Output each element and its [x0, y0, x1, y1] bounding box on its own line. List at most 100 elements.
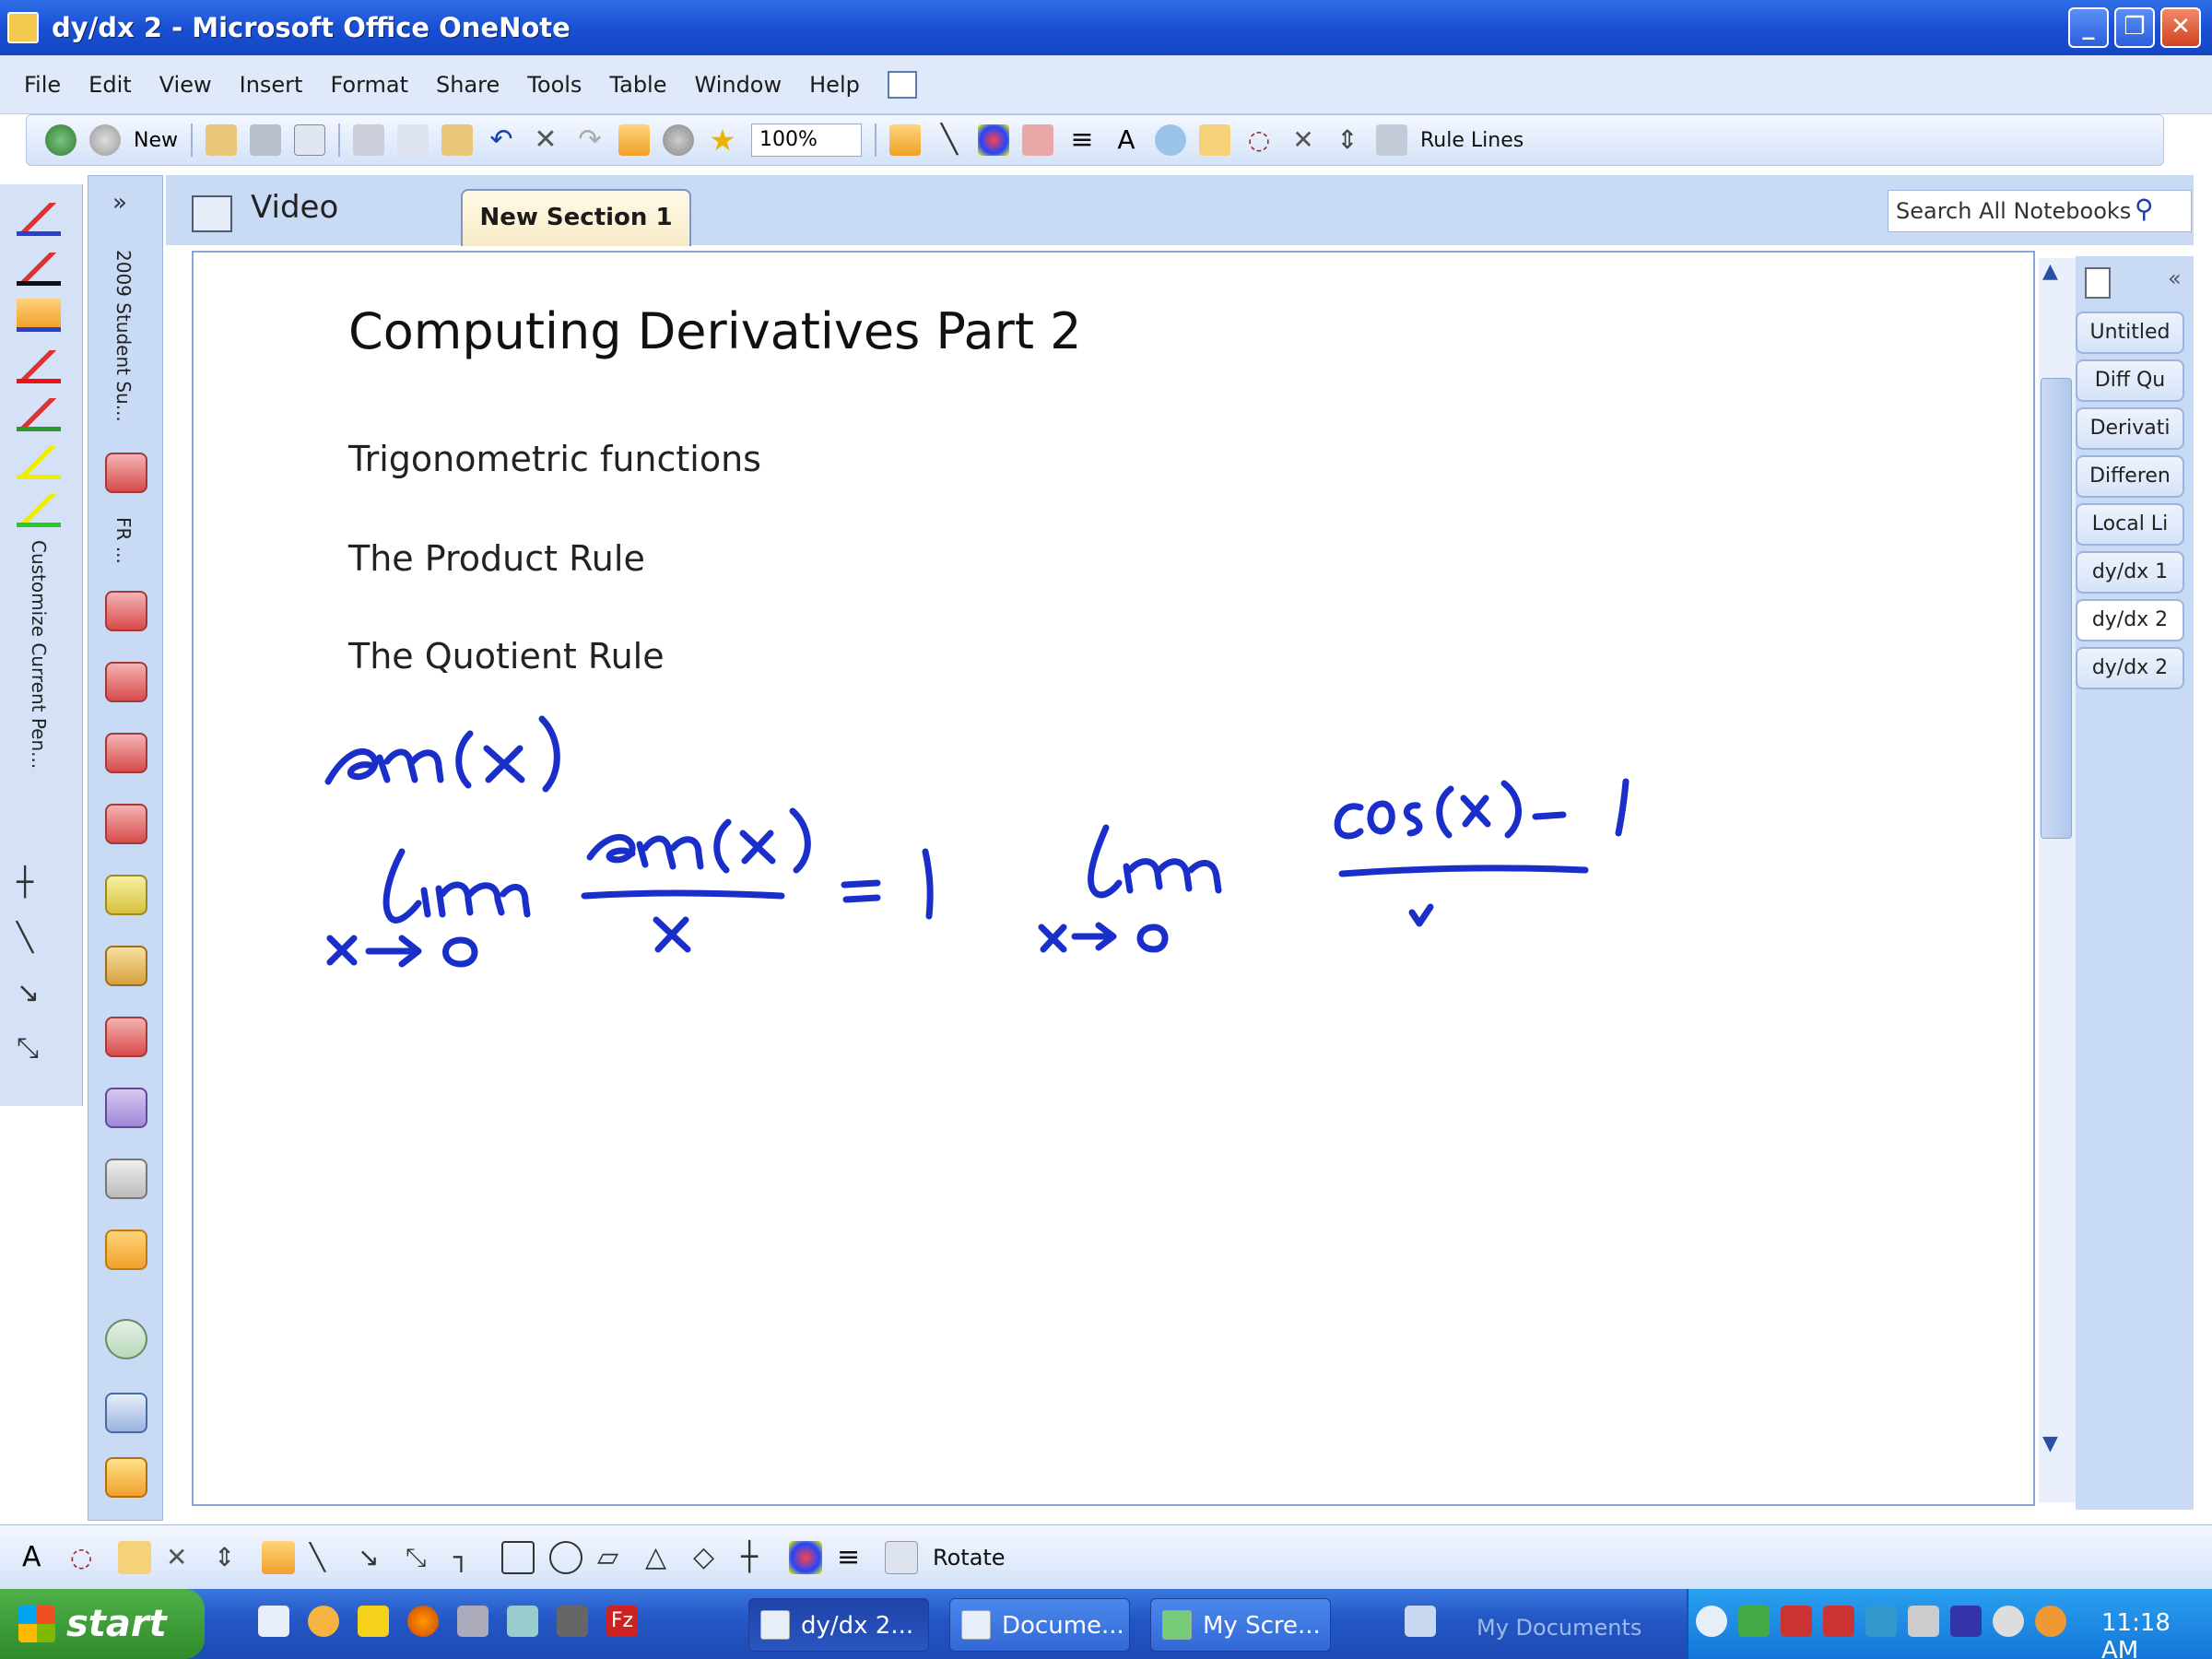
ink-stroke	[922, 848, 934, 920]
tray-icon[interactable]	[1950, 1606, 1982, 1637]
page-tab-dydx-2-active[interactable]: dy/dx 2	[2076, 599, 2184, 641]
new-page-icon[interactable]	[2085, 267, 2111, 299]
ink-stroke	[1367, 800, 1395, 835]
line-icon[interactable]: ╲	[310, 1541, 343, 1574]
tools-icon[interactable]	[557, 1606, 588, 1637]
scroll-down-icon[interactable]: ▼	[2042, 1432, 2058, 1455]
tray-icon[interactable]	[1823, 1606, 1854, 1637]
page-tab-diff-qu[interactable]: Diff Qu	[2076, 359, 2184, 402]
ink-stroke	[1334, 803, 1364, 840]
ink-stroke	[1460, 794, 1491, 828]
page-tab-derivati[interactable]: Derivati	[2076, 407, 2184, 450]
rectangle-icon[interactable]	[501, 1540, 535, 1574]
recorder-task-icon	[1162, 1610, 1192, 1640]
task-my-screen[interactable]: My Scre...	[1150, 1598, 1331, 1652]
clock[interactable]: 11:18 AM	[2101, 1609, 2212, 1659]
settings-icon[interactable]	[457, 1606, 488, 1637]
handwritten-ink-layer[interactable]	[0, 0, 2212, 1659]
ink-stroke	[326, 935, 358, 966]
ellipse-icon[interactable]	[549, 1540, 582, 1574]
ink-stroke	[483, 745, 525, 783]
tray-expand-icon[interactable]	[1696, 1606, 1727, 1637]
ink-stroke	[1123, 858, 1222, 894]
ink-stroke	[1436, 785, 1454, 839]
ink-stroke	[455, 730, 474, 789]
highlighter-icon[interactable]	[118, 1540, 151, 1574]
tray-icon[interactable]	[1865, 1606, 1897, 1637]
scroll-up-icon[interactable]: ▲	[2042, 260, 2058, 283]
network-icon[interactable]	[507, 1606, 538, 1637]
ink-stroke	[1088, 824, 1123, 899]
my-documents-toolbar[interactable]: My Documents	[1477, 1615, 1641, 1641]
font-icon[interactable]: A	[22, 1541, 55, 1574]
parallelogram-icon[interactable]: ▱	[597, 1541, 630, 1574]
ink-stroke	[1338, 865, 1589, 877]
task-document[interactable]: Docume...	[949, 1598, 1130, 1652]
graph-icon[interactable]: ┼	[741, 1541, 774, 1574]
ink-stroke	[376, 748, 444, 783]
ink-stroke	[739, 830, 776, 865]
task-onenote[interactable]: dy/dx 2...	[748, 1598, 929, 1652]
ink-stroke	[1408, 903, 1434, 927]
ink-stroke	[1615, 778, 1630, 837]
page-tab-dydx-2[interactable]: dy/dx 2	[2076, 647, 2184, 689]
tray-icon[interactable]	[2035, 1606, 2066, 1637]
line-weight-icon[interactable]: ≡	[837, 1541, 870, 1574]
insert-space-icon[interactable]: ⇕	[214, 1541, 247, 1574]
page-tab-local-li[interactable]: Local Li	[2076, 503, 2184, 546]
sticky-icon[interactable]	[358, 1606, 389, 1637]
color-icon[interactable]	[789, 1540, 822, 1574]
ink-stroke	[420, 887, 431, 918]
erase-icon[interactable]: ✕	[166, 1541, 199, 1574]
axis-icon[interactable]: ┐	[453, 1541, 487, 1574]
ink-stroke	[789, 807, 811, 874]
double-arrow-icon[interactable]: ⤡	[406, 1541, 439, 1574]
ink-stroke	[382, 848, 422, 924]
arrow-icon[interactable]: ↘	[358, 1541, 391, 1574]
diamond-icon[interactable]: ◇	[693, 1541, 726, 1574]
tray-icon[interactable]	[1908, 1606, 1939, 1637]
ink-stroke	[324, 747, 379, 785]
task-label: My Scre...	[1203, 1612, 1321, 1640]
scroll-thumb[interactable]	[2041, 378, 2072, 839]
tray-icon[interactable]	[1781, 1606, 1812, 1637]
triangle-icon[interactable]: △	[645, 1541, 678, 1574]
ink-stroke	[1532, 811, 1567, 820]
pen-tablet-icon[interactable]	[1405, 1606, 1436, 1637]
ink-stroke	[1403, 802, 1423, 837]
messenger-icon[interactable]	[308, 1606, 339, 1637]
lasso-icon[interactable]: ◌	[70, 1541, 103, 1574]
arrange-icon[interactable]	[885, 1540, 918, 1574]
ink-stroke	[1136, 924, 1169, 953]
ink-stroke	[841, 879, 881, 903]
rotate-button[interactable]: Rotate	[933, 1545, 1006, 1571]
ink-stroke	[442, 936, 478, 968]
collapse-chevron-icon[interactable]: «	[2168, 265, 2182, 291]
ink-stroke	[365, 935, 422, 968]
ink-stroke	[581, 889, 785, 900]
firefox-icon[interactable]	[407, 1606, 439, 1637]
windows-logo-icon	[18, 1606, 55, 1642]
task-label: Docume...	[1002, 1612, 1124, 1640]
filezilla-icon[interactable]: Fz	[606, 1606, 638, 1637]
onenote-task-icon	[760, 1610, 790, 1640]
ink-stroke	[636, 835, 704, 870]
tray-icon[interactable]	[1993, 1606, 2024, 1637]
tray-icon[interactable]	[1738, 1606, 1770, 1637]
ink-stroke	[1071, 922, 1117, 951]
page-tab-dydx-1[interactable]: dy/dx 1	[2076, 551, 2184, 594]
pen-icon[interactable]	[262, 1540, 295, 1574]
word-task-icon	[961, 1610, 991, 1640]
ink-stroke	[538, 715, 560, 793]
drawing-toolbar: A ◌ ✕ ⇕ ╲ ↘ ⤡ ┐ ▱ △ ◇ ┼ ≡ Rotate	[0, 1524, 2212, 1589]
show-desktop-icon[interactable]	[258, 1606, 289, 1637]
task-label: dy/dx 2...	[801, 1612, 914, 1640]
ink-stroke	[653, 916, 691, 953]
ink-stroke	[586, 834, 636, 864]
page-tab-untitled[interactable]: Untitled	[2076, 312, 2184, 354]
ink-stroke	[1038, 924, 1067, 953]
ink-stroke	[435, 881, 531, 918]
ink-stroke	[713, 818, 732, 874]
ink-stroke	[1500, 780, 1522, 839]
page-tab-differen[interactable]: Differen	[2076, 455, 2184, 498]
